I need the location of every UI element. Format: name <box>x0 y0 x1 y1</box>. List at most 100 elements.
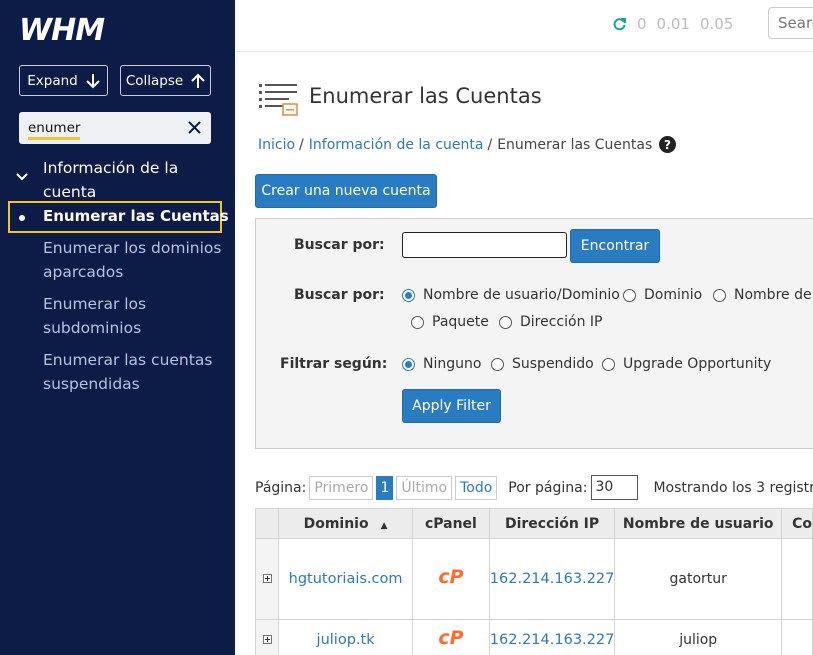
sidebar: WHM Expand Collapse enumer Información d… <box>0 0 235 655</box>
nav-search-field[interactable]: enumer <box>19 112 211 144</box>
collapse-button[interactable]: Collapse <box>120 65 211 96</box>
search-by-label: Buscar por: <box>294 237 385 253</box>
showing-records: Mostrando los 3 registros. <box>653 479 813 496</box>
table-header-row: Dominio ▲ cPanel Dirección IP Nombre de u… <box>254 508 813 539</box>
search-input[interactable] <box>402 232 567 258</box>
expand-plus-icon[interactable] <box>262 634 272 644</box>
per-page-input[interactable]: 30 <box>591 475 639 500</box>
nav-item-list-accounts[interactable]: Enumerar las Cuentas <box>8 201 229 233</box>
domain-link[interactable]: hgtutoriais.com <box>289 571 403 587</box>
ip-cell: 162.214.163.227 <box>488 538 616 620</box>
nav-item-parked-domains[interactable]: Enumerar los dominios aparcados <box>43 236 223 284</box>
ip-link[interactable]: 162.214.163.227 <box>490 571 615 587</box>
breadcrumb-separator: / <box>487 136 493 153</box>
column-header-ip[interactable]: Dirección IP <box>488 508 616 539</box>
column-header-label: Dominio <box>303 515 369 532</box>
radio-filter-upgrade[interactable]: Upgrade Opportunity <box>602 356 771 372</box>
column-header-cpanel[interactable]: cPanel <box>412 508 490 539</box>
breadcrumb-account-info[interactable]: Información de la cuenta <box>309 137 484 153</box>
radio-icon <box>602 357 615 371</box>
server-load: 0 0.01 0.05 <box>613 15 733 33</box>
radio-package[interactable]: Paquete <box>411 314 489 330</box>
table-row: juliop.tk cP 162.214.163.227 juliop <box>254 619 813 655</box>
clear-icon[interactable] <box>187 120 202 135</box>
cpanel-icon[interactable]: cP <box>435 566 467 588</box>
load-1min: 0 <box>637 15 647 33</box>
top-header: 0 0.01 0.05 <box>235 0 813 52</box>
apply-filter-button[interactable]: Apply Filter <box>402 389 501 423</box>
radio-label: Dominio <box>644 287 703 303</box>
sort-asc-icon: ▲ <box>380 520 388 531</box>
cpanel-icon[interactable]: cP <box>435 627 467 649</box>
page-first[interactable]: Primero <box>309 475 374 500</box>
radio-icon <box>491 357 504 371</box>
column-header-domain[interactable]: Dominio ▲ <box>278 508 413 539</box>
chevron-down-icon <box>16 173 28 181</box>
domain-cell: juliop.tk <box>278 619 413 655</box>
whm-logo[interactable]: WHM <box>19 14 119 44</box>
radio-label: Paquete <box>432 314 489 330</box>
expand-button[interactable]: Expand <box>19 65 108 96</box>
load-15min: 0.05 <box>699 15 734 33</box>
cpanel-cell: cP <box>412 619 490 655</box>
username-cell: gatortur <box>614 538 783 620</box>
breadcrumb: Inicio / Información de la cuenta / Enum… <box>258 136 677 153</box>
nav-item-suspended-accounts[interactable]: Enumerar las cuentas suspendidas <box>43 348 223 396</box>
search-highlight <box>28 137 80 140</box>
expand-column-header <box>254 508 280 539</box>
pagination: Página: Primero 1 Último Todo Por página… <box>255 475 813 500</box>
svg-text:cP: cP <box>438 567 463 587</box>
expand-plus-icon[interactable] <box>262 574 272 583</box>
radio-owner-name[interactable]: Nombre de u <box>713 287 813 303</box>
nav-search-value[interactable]: enumer <box>28 120 80 136</box>
radio-filter-none[interactable]: Ninguno <box>402 356 481 372</box>
row-expand-cell[interactable] <box>254 538 280 620</box>
page-last[interactable]: Último <box>396 475 453 500</box>
radio-domain[interactable]: Dominio <box>623 287 702 303</box>
logo-text: WHM <box>19 14 105 44</box>
cpanel-cell: cP <box>412 538 490 620</box>
top-search-input[interactable] <box>769 8 813 38</box>
create-account-button[interactable]: Crear una nueva cuenta <box>255 174 437 208</box>
accounts-table: Dominio ▲ cPanel Dirección IP Nombre de u… <box>254 508 813 655</box>
radio-icon <box>623 288 636 302</box>
radio-label: Suspendido <box>512 356 594 372</box>
column-header-contact[interactable]: Co <box>781 508 813 539</box>
radio-ip-address[interactable]: Dirección IP <box>499 314 602 330</box>
radio-filter-suspended[interactable]: Suspendido <box>491 356 594 372</box>
column-header-username[interactable]: Nombre de usuario <box>614 508 783 539</box>
refresh-icon[interactable] <box>613 17 627 31</box>
per-page-label: Por página: <box>508 479 588 496</box>
breadcrumb-home[interactable]: Inicio <box>258 137 295 153</box>
username-cell: juliop <box>614 619 783 655</box>
collapse-label: Collapse <box>125 72 184 89</box>
radio-label: Upgrade Opportunity <box>623 356 772 372</box>
radio-label: Dirección IP <box>520 314 603 330</box>
domain-cell: hgtutoriais.com <box>278 538 413 620</box>
find-button[interactable]: Encontrar <box>570 229 660 263</box>
nav-category-label: Información de la cuenta <box>43 159 179 201</box>
help-icon[interactable]: ? <box>659 136 677 153</box>
load-5min: 0.01 <box>656 15 690 33</box>
ip-link[interactable]: 162.214.163.227 <box>490 632 615 648</box>
expand-label: Expand <box>27 72 78 89</box>
radio-selected-icon <box>402 357 415 371</box>
radio-icon <box>713 288 726 302</box>
bullet-icon <box>19 215 25 221</box>
nav-item-subdomains[interactable]: Enumerar los subdominios <box>43 292 223 340</box>
radio-icon <box>411 315 424 329</box>
domain-link[interactable]: juliop.tk <box>317 632 375 648</box>
row-expand-cell[interactable] <box>254 619 280 655</box>
radio-username-domain[interactable]: Nombre de usuario/Dominio <box>402 287 620 303</box>
page-current[interactable]: 1 <box>376 475 394 500</box>
breadcrumb-separator: / <box>299 136 304 153</box>
radio-selected-icon <box>402 288 415 302</box>
table-row: hgtutoriais.com cP 162.214.163.227 gator… <box>254 538 813 620</box>
page-all[interactable]: Todo <box>455 475 498 500</box>
radio-label: Nombre de u <box>734 287 813 303</box>
top-search-box[interactable] <box>768 7 813 39</box>
contact-cell <box>781 538 813 620</box>
page-label: Página: <box>255 479 307 496</box>
radio-label: Ninguno <box>423 356 482 372</box>
nav-item-active-label: Enumerar las Cuentas <box>43 207 229 225</box>
